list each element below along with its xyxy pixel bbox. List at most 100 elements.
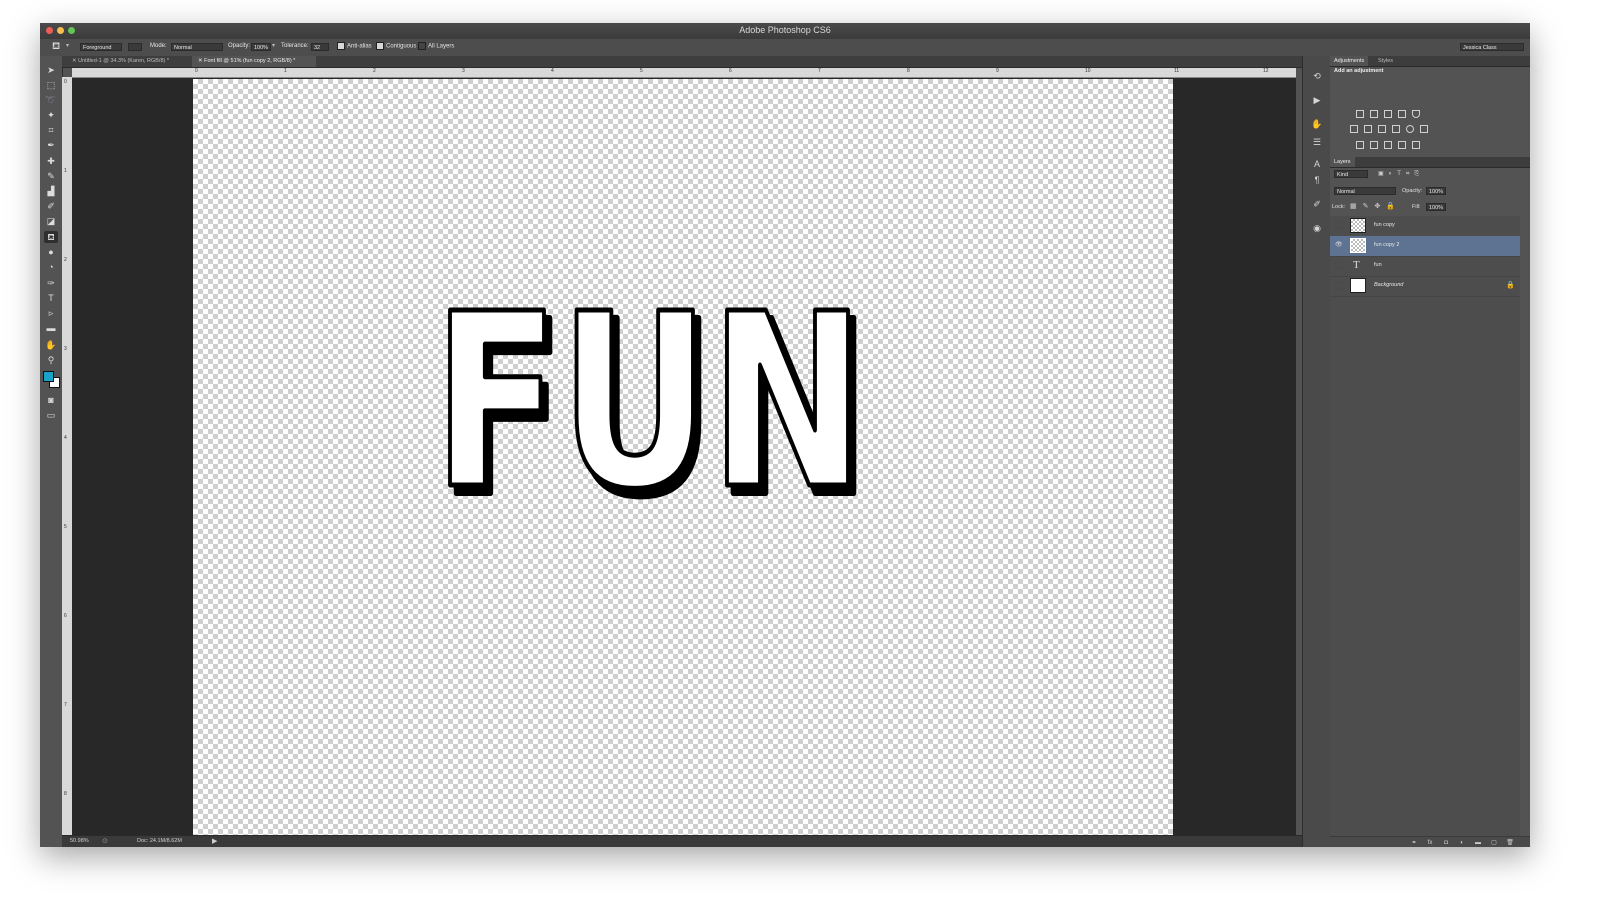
window-title: Adobe Photoshop CS6 [739, 25, 831, 35]
path-selection-tool-icon[interactable]: ▹ [44, 307, 58, 319]
tolerance-input[interactable]: 32 [311, 43, 329, 51]
magic-wand-tool-icon[interactable]: ✦ [44, 109, 58, 121]
blend-mode-dropdown[interactable]: Normal [1334, 187, 1396, 195]
paragraph-panel-icon[interactable]: ¶ [1311, 174, 1323, 186]
blur-tool-icon[interactable]: ● [44, 246, 58, 258]
tab-font-fill[interactable]: ✕ Font fill @ 51% (fun copy 2, RGB/8) * [192, 56, 316, 67]
posterize-icon[interactable] [1370, 141, 1378, 149]
healing-brush-tool-icon[interactable]: ✚ [44, 155, 58, 167]
layer-row[interactable]: 👁 fun copy 2 [1330, 236, 1520, 257]
tab-adjustments[interactable]: Adjustments [1330, 56, 1369, 66]
quick-mask-icon[interactable]: ◙ [44, 394, 58, 406]
character-panel-icon[interactable]: A [1311, 158, 1323, 170]
pen-tool-icon[interactable]: ✑ [44, 277, 58, 289]
paint-bucket-tool-icon[interactable]: ⛾ [44, 231, 58, 243]
tools-panel: ➤ ⬚ ➰ ✦ ⌗ ✒ ✚ ✎ ▟ ✐ ◪ ⛾ ● ◔ ✑ T ▹ ▬ ✋ ⚲ … [40, 56, 63, 836]
fill-input[interactable]: 100% [1426, 203, 1446, 211]
new-group-icon[interactable]: ▬ [1474, 840, 1482, 847]
rectangle-tool-icon[interactable]: ▬ [44, 322, 58, 334]
new-layer-icon[interactable]: ▢ [1490, 840, 1498, 847]
ruler-label: 12 [1263, 68, 1269, 74]
delete-layer-icon[interactable]: 🗑 [1506, 840, 1514, 847]
brush-panel-icon[interactable]: ✐ [1311, 198, 1323, 210]
zoom-level[interactable]: 50.98% [70, 838, 89, 844]
dodge-tool-icon[interactable]: ◔ [44, 261, 58, 273]
tab-styles[interactable]: Styles [1374, 56, 1397, 66]
foreground-color-swatch[interactable] [43, 371, 54, 382]
ruler-label: 8 [907, 68, 910, 74]
tool-preset-chevron-icon[interactable]: ▾ [66, 42, 69, 49]
opacity-label: Opacity: [228, 43, 251, 49]
curves-icon[interactable] [1384, 110, 1392, 118]
exposure-icon[interactable] [1398, 110, 1406, 118]
type-tool-icon[interactable]: T [44, 292, 58, 304]
status-options-icon[interactable]: ⊙ [102, 837, 108, 845]
tab-untitled-1[interactable]: ✕ Untitled-1 @ 34.3% (Karen, RGB/8) * [66, 56, 192, 67]
channel-mixer-icon[interactable] [1406, 125, 1414, 133]
add-mask-icon[interactable]: ◘ [1442, 840, 1450, 847]
levels-icon[interactable] [1370, 110, 1378, 118]
gradient-map-icon[interactable] [1412, 141, 1420, 149]
hand-tool-icon[interactable]: ✋ [44, 339, 58, 351]
document-workspace[interactable]: FUN FUN [72, 78, 1296, 835]
status-menu-arrow-icon[interactable]: ▶ [212, 837, 217, 845]
lock-icons[interactable]: ▦✎✥🔒 [1350, 202, 1401, 210]
brightness-contrast-icon[interactable] [1356, 110, 1364, 118]
fill-source-dropdown[interactable]: Foreground [80, 43, 122, 51]
history-brush-tool-icon[interactable]: ✐ [44, 200, 58, 212]
layer-row[interactable]: T fun [1330, 256, 1520, 277]
marquee-tool-icon[interactable]: ⬚ [44, 79, 58, 91]
canvas[interactable]: FUN FUN [193, 79, 1173, 835]
clone-stamp-tool-icon[interactable]: ▟ [44, 185, 58, 197]
layer-row[interactable]: Background 🔒 [1330, 276, 1520, 297]
vibrance-icon[interactable] [1412, 110, 1420, 118]
crop-tool-icon[interactable]: ⌗ [44, 124, 58, 136]
adjustments-tabs: Adjustments Styles [1330, 56, 1530, 67]
lasso-tool-icon[interactable]: ➰ [44, 94, 58, 106]
paint-bucket-tool-icon[interactable]: ⛾ [52, 41, 60, 54]
visibility-toggle[interactable] [1335, 282, 1342, 289]
workspace-switcher[interactable]: Jessica Class [1460, 43, 1524, 51]
eyedropper-tool-icon[interactable]: ✒ [44, 139, 58, 151]
layer-row[interactable]: fun copy [1330, 216, 1520, 237]
visibility-toggle[interactable] [1335, 222, 1342, 229]
layer-style-icon[interactable]: fx [1426, 840, 1434, 847]
opacity-chevron-icon[interactable]: ▾ [272, 42, 275, 49]
invert-icon[interactable] [1356, 141, 1364, 149]
black-white-icon[interactable] [1378, 125, 1386, 133]
layer-thumbnail [1350, 278, 1366, 293]
layer-opacity-input[interactable]: 100% [1426, 187, 1446, 195]
hue-saturation-icon[interactable] [1350, 125, 1358, 133]
zoom-tool-icon[interactable]: ⚲ [44, 354, 58, 366]
color-balance-icon[interactable] [1364, 125, 1372, 133]
contiguous-checkbox[interactable]: Contiguous [376, 42, 416, 50]
tool-presets-panel-icon[interactable]: ✋ [1311, 118, 1323, 130]
properties-panel-icon[interactable]: ☰ [1311, 136, 1323, 148]
layer-filter-icons[interactable]: ▣◐T⌗⎘ [1378, 170, 1424, 178]
history-panel-icon[interactable]: ⟲ [1311, 70, 1323, 82]
color-lookup-icon[interactable] [1420, 125, 1428, 133]
actions-panel-icon[interactable]: ▶ [1311, 94, 1323, 106]
opacity-input[interactable]: 100% [251, 43, 271, 51]
move-tool-icon[interactable]: ➤ [44, 64, 58, 76]
new-adjustment-icon[interactable]: ◐ [1458, 840, 1466, 847]
visibility-toggle[interactable] [1335, 262, 1342, 269]
document-size: Doc: 24.1M/8.62M [137, 838, 182, 844]
mode-dropdown[interactable]: Normal [171, 43, 223, 51]
eye-icon[interactable]: 👁 [1335, 242, 1343, 249]
clone-source-panel-icon[interactable]: ◉ [1311, 222, 1323, 234]
tab-layers[interactable]: Layers [1330, 157, 1355, 167]
antialias-checkbox[interactable]: Anti-alias [337, 42, 372, 50]
layer-filter-dropdown[interactable]: Kind [1334, 170, 1368, 178]
right-panels: Adjustments Styles Add an adjustment Lay… [1330, 56, 1530, 847]
layer-thumbnail [1350, 238, 1366, 253]
link-layers-icon[interactable]: ⚭ [1410, 840, 1418, 847]
threshold-icon[interactable] [1384, 141, 1392, 149]
brush-tool-icon[interactable]: ✎ [44, 170, 58, 182]
pattern-picker[interactable] [128, 43, 142, 51]
all-layers-checkbox[interactable]: All Layers [418, 42, 454, 50]
screen-mode-icon[interactable]: ▭ [44, 409, 58, 421]
photo-filter-icon[interactable] [1392, 125, 1400, 133]
selective-color-icon[interactable] [1398, 141, 1406, 149]
eraser-tool-icon[interactable]: ◪ [44, 215, 58, 227]
